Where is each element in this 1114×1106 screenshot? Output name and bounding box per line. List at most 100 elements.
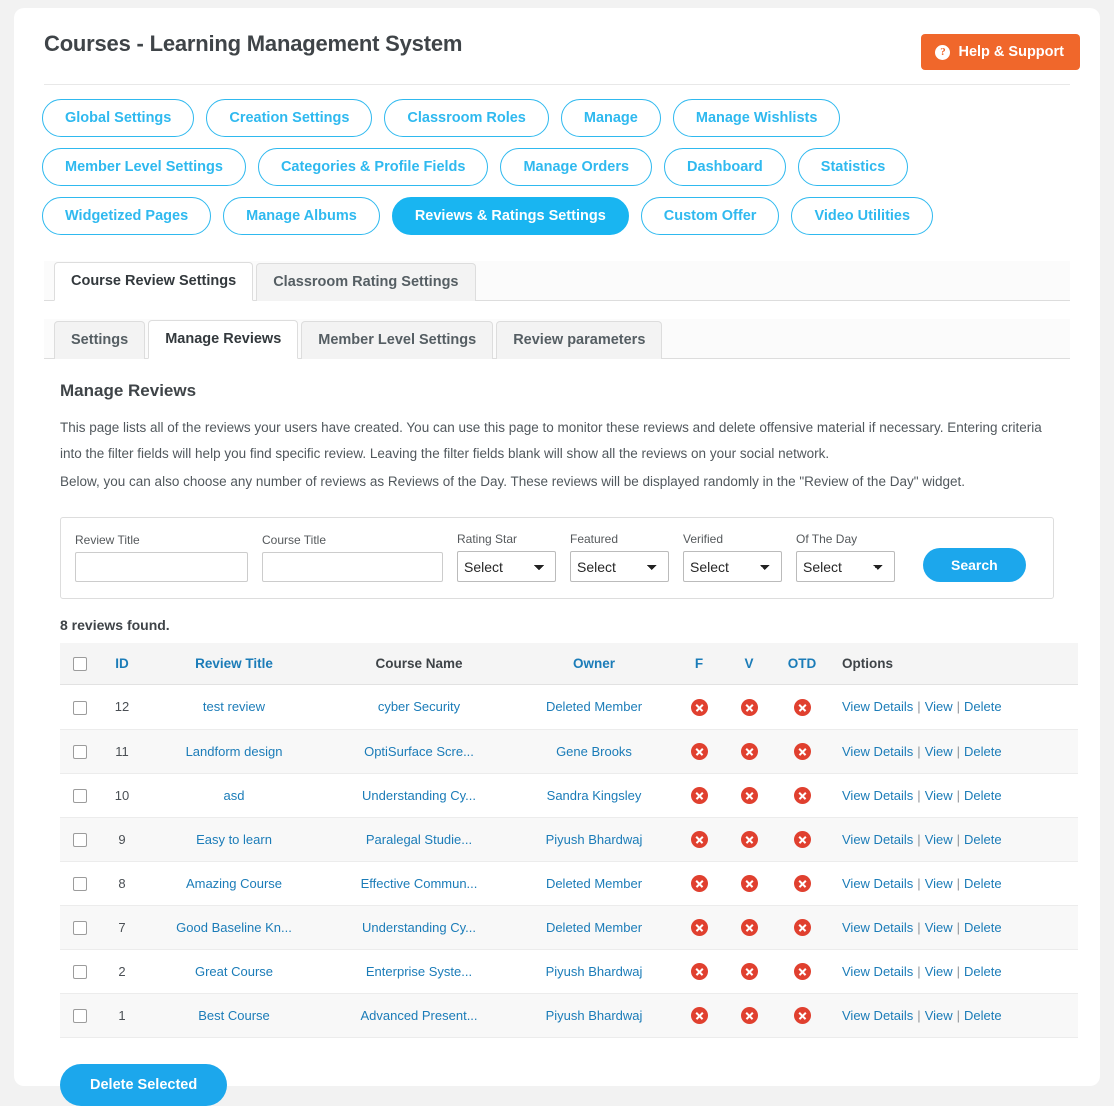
featured-no-icon[interactable] (690, 1006, 708, 1024)
delete-link[interactable]: Delete (964, 699, 1002, 714)
otd-no-icon[interactable] (793, 830, 811, 848)
verified-no-icon[interactable] (740, 786, 758, 804)
featured-no-icon[interactable] (690, 786, 708, 804)
column-header-owner[interactable]: Owner (514, 643, 674, 686)
verified-select[interactable]: Select (683, 551, 782, 582)
course-name-link[interactable]: Understanding Cy... (362, 788, 476, 803)
nav-pill-dashboard[interactable]: Dashboard (664, 148, 786, 186)
nav-pill-custom-offer[interactable]: Custom Offer (640, 197, 780, 235)
row-select-checkbox[interactable] (73, 744, 87, 759)
view-link[interactable]: View (925, 920, 953, 935)
column-header-verified[interactable]: V (724, 643, 774, 686)
column-header-featured[interactable]: F (674, 643, 724, 686)
view-details-link[interactable]: View Details (842, 699, 913, 714)
featured-no-icon[interactable] (690, 742, 708, 760)
delete-link[interactable]: Delete (964, 964, 1002, 979)
nav-pill-manage-albums[interactable]: Manage Albums (223, 197, 380, 235)
nav-pill-creation-settings[interactable]: Creation Settings (206, 99, 373, 137)
otd-no-icon[interactable] (793, 874, 811, 892)
review-title-link[interactable]: Best Course (198, 1008, 270, 1023)
nav-pill-statistics[interactable]: Statistics (797, 148, 909, 186)
view-details-link[interactable]: View Details (842, 920, 913, 935)
featured-no-icon[interactable] (690, 874, 708, 892)
of-the-day-select[interactable]: Select (796, 551, 895, 582)
course-name-link[interactable]: Understanding Cy... (362, 920, 476, 935)
owner-link[interactable]: Piyush Bhardwaj (546, 832, 643, 847)
tab-settings[interactable]: Settings (54, 321, 146, 359)
view-link[interactable]: View (925, 788, 953, 803)
course-name-link[interactable]: cyber Security (378, 699, 460, 714)
view-link[interactable]: View (925, 876, 953, 891)
nav-pill-manage-orders[interactable]: Manage Orders (500, 148, 653, 186)
nav-pill-manage-wishlists[interactable]: Manage Wishlists (672, 99, 841, 137)
help-and-support-button[interactable]: ? Help & Support (921, 34, 1080, 70)
row-select-checkbox[interactable] (73, 832, 87, 847)
row-select-checkbox[interactable] (73, 788, 87, 803)
select-all-checkbox[interactable] (73, 657, 87, 672)
review-title-link[interactable]: asd (224, 788, 245, 803)
verified-no-icon[interactable] (740, 962, 758, 980)
tab-manage-reviews[interactable]: Manage Reviews (148, 320, 299, 359)
column-header-otd[interactable]: OTD (774, 643, 830, 686)
featured-no-icon[interactable] (690, 962, 708, 980)
owner-link[interactable]: Sandra Kingsley (547, 788, 642, 803)
review-title-link[interactable]: Great Course (195, 964, 273, 979)
view-details-link[interactable]: View Details (842, 832, 913, 847)
delete-link[interactable]: Delete (964, 920, 1002, 935)
owner-link[interactable]: Deleted Member (546, 920, 642, 935)
review-title-link[interactable]: test review (203, 699, 265, 714)
row-select-checkbox[interactable] (73, 877, 87, 891)
view-link[interactable]: View (925, 964, 953, 979)
view-link[interactable]: View (925, 744, 953, 759)
view-details-link[interactable]: View Details (842, 876, 913, 891)
tab-review-parameters[interactable]: Review parameters (496, 321, 663, 359)
view-details-link[interactable]: View Details (842, 744, 913, 759)
delete-link[interactable]: Delete (964, 876, 1002, 891)
row-select-checkbox[interactable] (73, 921, 87, 936)
owner-link[interactable]: Gene Brooks (556, 744, 632, 759)
verified-no-icon[interactable] (740, 1006, 758, 1024)
owner-link[interactable]: Piyush Bhardwaj (546, 964, 643, 979)
verified-no-icon[interactable] (740, 742, 758, 760)
course-name-link[interactable]: Advanced Present... (360, 1008, 477, 1023)
review-title-link[interactable]: Landform design (186, 744, 283, 759)
row-select-checkbox[interactable] (73, 700, 87, 715)
column-header-id[interactable]: ID (100, 643, 144, 686)
view-link[interactable]: View (925, 1008, 953, 1023)
verified-no-icon[interactable] (740, 918, 758, 936)
otd-no-icon[interactable] (793, 1006, 811, 1024)
nav-pill-reviews-ratings-settings[interactable]: Reviews & Ratings Settings (391, 197, 629, 235)
owner-link[interactable]: Deleted Member (546, 876, 642, 891)
otd-no-icon[interactable] (793, 786, 811, 804)
view-details-link[interactable]: View Details (842, 788, 913, 803)
owner-link[interactable]: Deleted Member (546, 699, 642, 714)
course-name-link[interactable]: Paralegal Studie... (366, 832, 472, 847)
course-name-link[interactable]: OptiSurface Scre... (364, 744, 474, 759)
delete-link[interactable]: Delete (964, 788, 1002, 803)
view-link[interactable]: View (925, 699, 953, 714)
tab-course-review-settings[interactable]: Course Review Settings (54, 262, 254, 301)
delete-link[interactable]: Delete (964, 1008, 1002, 1023)
column-header-review-title[interactable]: Review Title (144, 643, 324, 686)
nav-pill-member-level-settings[interactable]: Member Level Settings (42, 148, 246, 186)
delete-link[interactable]: Delete (964, 744, 1002, 759)
nav-pill-widgetized-pages[interactable]: Widgetized Pages (42, 197, 212, 235)
delete-link[interactable]: Delete (964, 832, 1002, 847)
nav-pill-video-utilities[interactable]: Video Utilities (791, 197, 934, 235)
nav-pill-classroom-roles[interactable]: Classroom Roles (384, 99, 549, 137)
otd-no-icon[interactable] (793, 918, 811, 936)
featured-select[interactable]: Select (570, 551, 669, 582)
featured-no-icon[interactable] (690, 918, 708, 936)
tab-classroom-rating-settings[interactable]: Classroom Rating Settings (256, 263, 476, 301)
review-title-link[interactable]: Easy to learn (196, 832, 272, 847)
featured-no-icon[interactable] (690, 698, 708, 716)
nav-pill-global-settings[interactable]: Global Settings (42, 99, 195, 137)
nav-pill-categories-profile-fields[interactable]: Categories & Profile Fields (257, 148, 489, 186)
nav-pill-manage[interactable]: Manage (560, 99, 661, 137)
verified-no-icon[interactable] (740, 830, 758, 848)
course-name-link[interactable]: Enterprise Syste... (366, 964, 472, 979)
verified-no-icon[interactable] (740, 698, 758, 716)
search-button[interactable]: Search (923, 548, 1026, 582)
review-title-input[interactable] (75, 552, 248, 582)
otd-no-icon[interactable] (793, 742, 811, 760)
